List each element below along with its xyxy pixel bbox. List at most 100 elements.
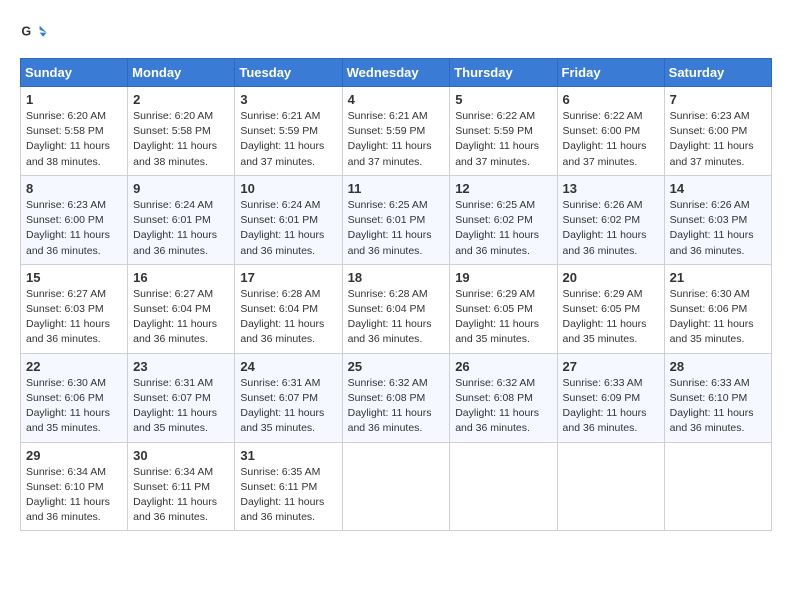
calendar-cell: 9 Sunrise: 6:24 AMSunset: 6:01 PMDaylight… — [128, 175, 235, 264]
day-info: Sunrise: 6:25 AMSunset: 6:01 PMDaylight:… — [348, 198, 445, 259]
day-number: 3 — [240, 92, 336, 107]
calendar-cell: 31 Sunrise: 6:35 AMSunset: 6:11 PMDayligh… — [235, 442, 342, 531]
day-number: 11 — [348, 181, 445, 196]
day-info: Sunrise: 6:34 AMSunset: 6:11 PMDaylight:… — [133, 465, 229, 526]
day-info: Sunrise: 6:22 AMSunset: 5:59 PMDaylight:… — [455, 109, 551, 170]
calendar-week-row: 1 Sunrise: 6:20 AMSunset: 5:58 PMDaylight… — [21, 87, 772, 176]
calendar-header-wednesday: Wednesday — [342, 59, 450, 87]
calendar-cell: 23 Sunrise: 6:31 AMSunset: 6:07 PMDayligh… — [128, 353, 235, 442]
day-info: Sunrise: 6:21 AMSunset: 5:59 PMDaylight:… — [240, 109, 336, 170]
day-info: Sunrise: 6:22 AMSunset: 6:00 PMDaylight:… — [563, 109, 659, 170]
calendar-cell: 30 Sunrise: 6:34 AMSunset: 6:11 PMDayligh… — [128, 442, 235, 531]
calendar-header-row: SundayMondayTuesdayWednesdayThursdayFrid… — [21, 59, 772, 87]
calendar-header-thursday: Thursday — [450, 59, 557, 87]
day-number: 25 — [348, 359, 445, 374]
day-number: 26 — [455, 359, 551, 374]
calendar-cell: 19 Sunrise: 6:29 AMSunset: 6:05 PMDayligh… — [450, 264, 557, 353]
calendar-week-row: 29 Sunrise: 6:34 AMSunset: 6:10 PMDayligh… — [21, 442, 772, 531]
calendar-cell: 28Sunrise: 6:33 AMSunset: 6:10 PMDayligh… — [664, 353, 771, 442]
calendar-cell: 2 Sunrise: 6:20 AMSunset: 5:58 PMDaylight… — [128, 87, 235, 176]
calendar-cell: 5 Sunrise: 6:22 AMSunset: 5:59 PMDaylight… — [450, 87, 557, 176]
day-number: 9 — [133, 181, 229, 196]
day-info: Sunrise: 6:24 AMSunset: 6:01 PMDaylight:… — [133, 198, 229, 259]
calendar-cell: 27 Sunrise: 6:33 AMSunset: 6:09 PMDayligh… — [557, 353, 664, 442]
day-number: 23 — [133, 359, 229, 374]
calendar-cell: 3 Sunrise: 6:21 AMSunset: 5:59 PMDaylight… — [235, 87, 342, 176]
day-number: 21 — [670, 270, 766, 285]
day-number: 8 — [26, 181, 122, 196]
day-number: 29 — [26, 448, 122, 463]
day-number: 31 — [240, 448, 336, 463]
calendar-cell: 21 Sunrise: 6:30 AMSunset: 6:06 PMDayligh… — [664, 264, 771, 353]
calendar-cell: 4 Sunrise: 6:21 AMSunset: 5:59 PMDaylight… — [342, 87, 450, 176]
calendar-cell: 24 Sunrise: 6:31 AMSunset: 6:07 PMDayligh… — [235, 353, 342, 442]
calendar-cell: 16 Sunrise: 6:27 AMSunset: 6:04 PMDayligh… — [128, 264, 235, 353]
day-number: 12 — [455, 181, 551, 196]
day-info: Sunrise: 6:31 AMSunset: 6:07 PMDaylight:… — [240, 376, 336, 437]
calendar-cell: 18Sunrise: 6:28 AMSunset: 6:04 PMDayligh… — [342, 264, 450, 353]
calendar-cell — [664, 442, 771, 531]
day-number: 7 — [670, 92, 766, 107]
day-info: Sunrise: 6:30 AMSunset: 6:06 PMDaylight:… — [670, 287, 766, 348]
calendar-week-row: 8 Sunrise: 6:23 AMSunset: 6:00 PMDaylight… — [21, 175, 772, 264]
calendar-cell — [557, 442, 664, 531]
day-number: 27 — [563, 359, 659, 374]
calendar-week-row: 15 Sunrise: 6:27 AMSunset: 6:03 PMDayligh… — [21, 264, 772, 353]
day-number: 14 — [670, 181, 766, 196]
calendar-table: SundayMondayTuesdayWednesdayThursdayFrid… — [20, 58, 772, 531]
day-info: Sunrise: 6:35 AMSunset: 6:11 PMDaylight:… — [240, 465, 336, 526]
day-info: Sunrise: 6:33 AMSunset: 6:09 PMDaylight:… — [563, 376, 659, 437]
calendar-header-saturday: Saturday — [664, 59, 771, 87]
day-info: Sunrise: 6:23 AMSunset: 6:00 PMDaylight:… — [26, 198, 122, 259]
day-number: 20 — [563, 270, 659, 285]
day-number: 18 — [348, 270, 445, 285]
calendar-cell: 6Sunrise: 6:22 AMSunset: 6:00 PMDaylight… — [557, 87, 664, 176]
day-info: Sunrise: 6:34 AMSunset: 6:10 PMDaylight:… — [26, 465, 122, 526]
calendar-header-monday: Monday — [128, 59, 235, 87]
day-info: Sunrise: 6:26 AMSunset: 6:02 PMDaylight:… — [563, 198, 659, 259]
logo-icon: G — [20, 20, 48, 48]
day-number: 24 — [240, 359, 336, 374]
calendar-cell: 29 Sunrise: 6:34 AMSunset: 6:10 PMDayligh… — [21, 442, 128, 531]
calendar-cell — [342, 442, 450, 531]
day-info: Sunrise: 6:28 AMSunset: 6:04 PMDaylight:… — [240, 287, 336, 348]
calendar-cell: 25Sunrise: 6:32 AMSunset: 6:08 PMDayligh… — [342, 353, 450, 442]
day-info: Sunrise: 6:31 AMSunset: 6:07 PMDaylight:… — [133, 376, 229, 437]
day-info: Sunrise: 6:21 AMSunset: 5:59 PMDaylight:… — [348, 109, 445, 170]
calendar-cell: 11 Sunrise: 6:25 AMSunset: 6:01 PMDayligh… — [342, 175, 450, 264]
day-info: Sunrise: 6:24 AMSunset: 6:01 PMDaylight:… — [240, 198, 336, 259]
day-info: Sunrise: 6:26 AMSunset: 6:03 PMDaylight:… — [670, 198, 766, 259]
day-number: 30 — [133, 448, 229, 463]
calendar-cell: 13 Sunrise: 6:26 AMSunset: 6:02 PMDayligh… — [557, 175, 664, 264]
calendar-header-friday: Friday — [557, 59, 664, 87]
day-number: 10 — [240, 181, 336, 196]
day-info: Sunrise: 6:27 AMSunset: 6:04 PMDaylight:… — [133, 287, 229, 348]
day-number: 22 — [26, 359, 122, 374]
day-info: Sunrise: 6:23 AMSunset: 6:00 PMDaylight:… — [670, 109, 766, 170]
calendar-cell: 14 Sunrise: 6:26 AMSunset: 6:03 PMDayligh… — [664, 175, 771, 264]
calendar-cell: 26 Sunrise: 6:32 AMSunset: 6:08 PMDayligh… — [450, 353, 557, 442]
day-number: 15 — [26, 270, 122, 285]
day-number: 5 — [455, 92, 551, 107]
calendar-cell: 17Sunrise: 6:28 AMSunset: 6:04 PMDayligh… — [235, 264, 342, 353]
day-number: 13 — [563, 181, 659, 196]
calendar-header-sunday: Sunday — [21, 59, 128, 87]
day-info: Sunrise: 6:29 AMSunset: 6:05 PMDaylight:… — [455, 287, 551, 348]
calendar-cell: 12Sunrise: 6:25 AMSunset: 6:02 PMDayligh… — [450, 175, 557, 264]
logo: G — [20, 20, 52, 48]
day-number: 16 — [133, 270, 229, 285]
day-info: Sunrise: 6:32 AMSunset: 6:08 PMDaylight:… — [455, 376, 551, 437]
day-info: Sunrise: 6:30 AMSunset: 6:06 PMDaylight:… — [26, 376, 122, 437]
calendar-cell: 1 Sunrise: 6:20 AMSunset: 5:58 PMDaylight… — [21, 87, 128, 176]
day-info: Sunrise: 6:20 AMSunset: 5:58 PMDaylight:… — [133, 109, 229, 170]
day-number: 1 — [26, 92, 122, 107]
day-number: 28 — [670, 359, 766, 374]
day-number: 4 — [348, 92, 445, 107]
calendar-cell: 8 Sunrise: 6:23 AMSunset: 6:00 PMDaylight… — [21, 175, 128, 264]
calendar-cell: 22 Sunrise: 6:30 AMSunset: 6:06 PMDayligh… — [21, 353, 128, 442]
day-number: 2 — [133, 92, 229, 107]
day-info: Sunrise: 6:20 AMSunset: 5:58 PMDaylight:… — [26, 109, 122, 170]
day-info: Sunrise: 6:27 AMSunset: 6:03 PMDaylight:… — [26, 287, 122, 348]
calendar-cell: 7 Sunrise: 6:23 AMSunset: 6:00 PMDaylight… — [664, 87, 771, 176]
day-number: 19 — [455, 270, 551, 285]
